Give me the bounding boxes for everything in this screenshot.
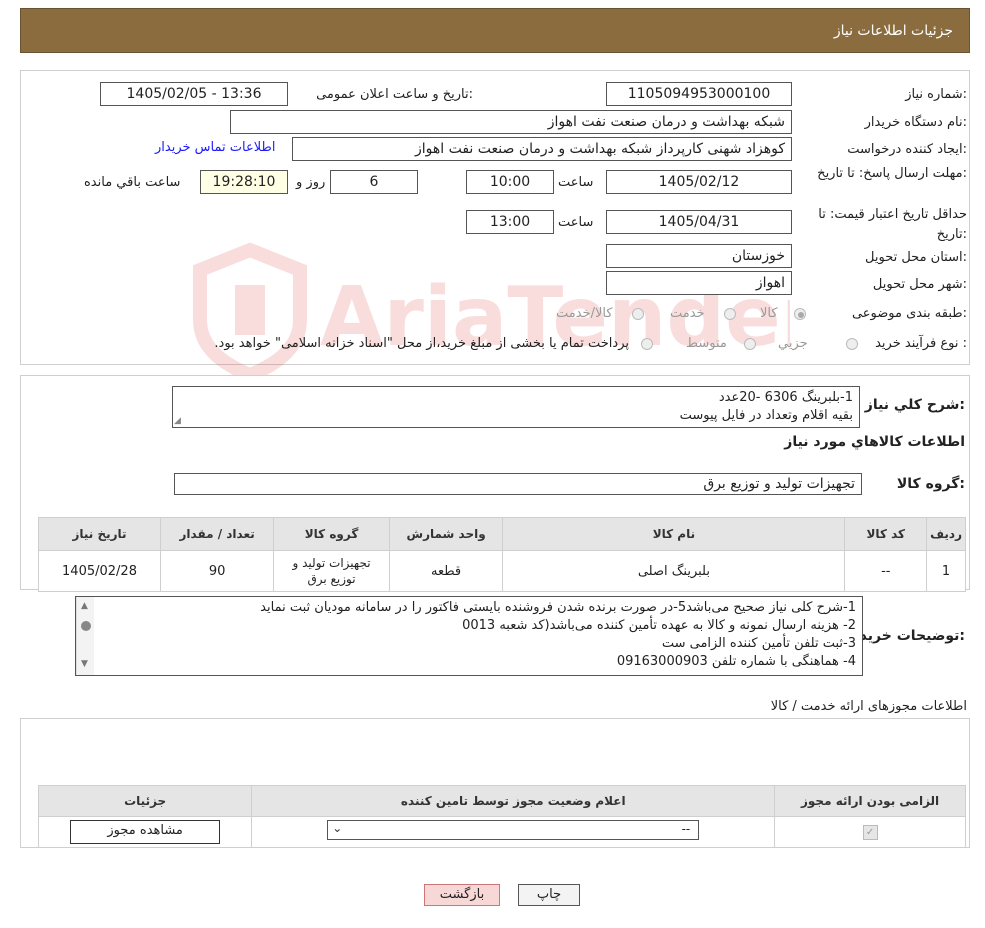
goods-cell-name: بلبرینگ اصلی	[502, 550, 846, 592]
goods-cell-qty: 90	[160, 550, 275, 592]
buyer-notes-label: توضیحات خریدار:	[846, 628, 965, 644]
province-label: استان محل تحویل:	[865, 250, 967, 265]
page-header: جزئیات اطلاعات نیاز	[20, 8, 970, 53]
validity-date-field: 1405/04/31	[606, 210, 792, 234]
category-radio-service[interactable]	[724, 308, 736, 320]
general-desc-textarea[interactable]: 1-بلبرینگ 6306 -20عدد بقیه اقلام وتعداد …	[172, 386, 860, 428]
reply-date-field: 1405/02/12	[606, 170, 792, 194]
goods-col-date: تاریخ نیاز	[37, 517, 162, 551]
validity-time-field: 13:00	[466, 210, 554, 234]
goods-cell-unit: قطعه	[388, 550, 504, 592]
scroll-thumb[interactable]	[81, 621, 91, 631]
table-row: ✓ ⌄ -- مشاهده مجوز	[37, 816, 966, 848]
buyer-org-label: نام دستگاه خریدار:	[864, 115, 967, 130]
purchase-radio-minor[interactable]	[846, 338, 858, 350]
goods-group-label: گروه کالا:	[896, 476, 965, 492]
license-cell-details: مشاهده مجوز	[37, 816, 253, 848]
textarea-resize-handle-icon[interactable]: ◢	[174, 416, 181, 426]
goods-col-unit: واحد شمارش	[388, 517, 504, 551]
goods-col-group: گروه کالا	[273, 517, 390, 551]
license-status-value: --	[681, 822, 691, 836]
buyer-org-field: شبکه بهداشت و درمان صنعت نفت اهواز	[230, 110, 792, 134]
category-option-service: خدمت	[670, 306, 705, 321]
category-label: طبقه بندی موضوعی:	[851, 306, 967, 321]
license-status-select[interactable]: ⌄ --	[327, 820, 700, 840]
announce-datetime-label: تاریخ و ساعت اعلان عمومی:	[316, 87, 473, 102]
goods-col-row: رديف	[926, 517, 966, 551]
requester-label: ایجاد کننده درخواست:	[847, 142, 967, 157]
license-table-header-row: الزامی بودن ارائه مجوز اعلام وضعیت مجوز …	[37, 785, 966, 817]
reply-time-field: 10:00	[466, 170, 554, 194]
reply-time-label: ساعت	[558, 175, 594, 190]
purchase-radio-treasury[interactable]	[641, 338, 653, 350]
general-desc-line-1: 1-بلبرینگ 6306 -20عدد	[718, 390, 853, 405]
need-number-field: 1105094953000100	[606, 82, 792, 106]
goods-col-name: نام کالا	[502, 517, 846, 551]
category-option-goods: کالا	[760, 306, 778, 321]
city-label: شهر محل تحویل:	[872, 277, 967, 292]
scroll-up-icon[interactable]: ▲	[81, 601, 88, 611]
remaining-time-label: ساعت باقي مانده	[84, 175, 181, 190]
license-table: الزامی بودن ارائه مجوز اعلام وضعیت مجوز …	[37, 785, 966, 848]
province-field: خوزستان	[606, 244, 792, 268]
need-number-label: شماره نیاز:	[905, 87, 967, 102]
category-option-goods-service: کالا/خدمت	[556, 306, 613, 321]
goods-table: رديف کد کالا نام کالا واحد شمارش گروه کا…	[37, 517, 966, 592]
day-and-label: روز و	[296, 175, 326, 190]
goods-cell-row: 1	[926, 550, 966, 592]
purchase-note: پرداخت تمام یا بخشی از مبلغ خرید،از محل …	[214, 336, 629, 351]
reply-deadline-label: مهلت ارسال پاسخ: تا تاریخ:	[817, 164, 967, 184]
reply-days-field: 6	[330, 170, 418, 194]
reply-deadline-label-text: مهلت ارسال پاسخ: تا تاریخ:	[817, 166, 967, 181]
purchase-option-minor: جزيي	[778, 336, 808, 351]
purchase-radio-medium[interactable]	[744, 338, 756, 350]
buyer-notes-scrollbar[interactable]: ▲ ▼	[76, 597, 94, 675]
city-field: اهواز	[606, 271, 792, 295]
category-radio-goods-service[interactable]	[632, 308, 644, 320]
buyer-notes-line-1: 1-شرح کلی نیاز صحیح می‌باشد5-در صورت برن…	[260, 600, 856, 615]
category-radio-goods[interactable]	[794, 308, 806, 320]
validity-time-label: ساعت	[558, 215, 594, 230]
goods-cell-date: 1405/02/28	[37, 550, 162, 592]
back-button[interactable]: بازگشت	[424, 884, 500, 906]
table-row: 1 -- بلبرینگ اصلی قطعه تجهیزات تولید و ت…	[37, 550, 966, 592]
print-button[interactable]: چاپ	[518, 884, 580, 906]
buyer-notes-line-2: 2- هزینه ارسال نمونه و کالا به عهده تأمی…	[462, 618, 856, 633]
goods-col-qty: تعداد / مقدار	[160, 517, 275, 551]
general-desc-label: شرح کلي نياز:	[864, 397, 965, 413]
requester-field: کوهزاد شهنی کارپرداز شبکه بهداشت و درمان…	[292, 137, 792, 161]
goods-col-code: کد کالا	[844, 517, 928, 551]
license-col-required: الزامی بودن ارائه مجوز	[774, 785, 966, 817]
license-col-status: اعلام وضعیت مجوز توسط تامین کننده	[251, 785, 776, 817]
goods-group-field: تجهیزات تولید و توزیع برق	[174, 473, 862, 495]
buyer-notes-line-3: 3-ثبت تلفن تأمین کننده الزامی ست	[661, 636, 856, 651]
page-title: جزئیات اطلاعات نیاز	[833, 23, 953, 39]
announce-datetime-field: 1405/02/05 - 13:36	[100, 82, 288, 106]
buyer-contact-link[interactable]: اطلاعات تماس خریدار	[155, 140, 275, 155]
required-checkbox: ✓	[862, 825, 878, 840]
price-validity-label-text: حداقل تاریخ اعتبار قیمت: تا تاریخ:	[818, 207, 967, 242]
goods-cell-code: --	[844, 550, 928, 592]
general-desc-line-2: بقیه اقلام وتعداد در فایل پیوست	[679, 408, 853, 423]
buyer-notes-line-4: 4- هماهنگی با شماره تلفن 09163000903	[616, 654, 856, 669]
goods-table-header-row: رديف کد کالا نام کالا واحد شمارش گروه کا…	[37, 517, 966, 551]
goods-info-title: اطلاعات کالاهاي مورد نياز	[784, 434, 965, 450]
view-license-button[interactable]: مشاهده مجوز	[70, 820, 221, 844]
license-info-title: اطلاعات مجوزهای ارائه خدمت / کالا	[770, 699, 967, 714]
purchase-option-medium: متوسط	[686, 336, 727, 351]
license-cell-required: ✓	[774, 816, 966, 848]
buyer-notes-textarea[interactable]: 1-شرح کلی نیاز صحیح می‌باشد5-در صورت برن…	[75, 596, 863, 676]
goods-cell-group: تجهیزات تولید و توزیع برق	[273, 550, 390, 592]
license-cell-status: ⌄ --	[251, 816, 776, 848]
price-validity-label: حداقل تاریخ اعتبار قیمت: تا تاریخ:	[792, 205, 967, 245]
reply-remaining-field: 19:28:10	[200, 170, 288, 194]
license-col-details: جزئیات	[37, 785, 253, 817]
chevron-down-icon: ⌄	[332, 821, 343, 835]
purchase-type-label: نوع فرآیند خرید :	[875, 336, 967, 351]
scroll-down-icon[interactable]: ▼	[81, 659, 88, 669]
